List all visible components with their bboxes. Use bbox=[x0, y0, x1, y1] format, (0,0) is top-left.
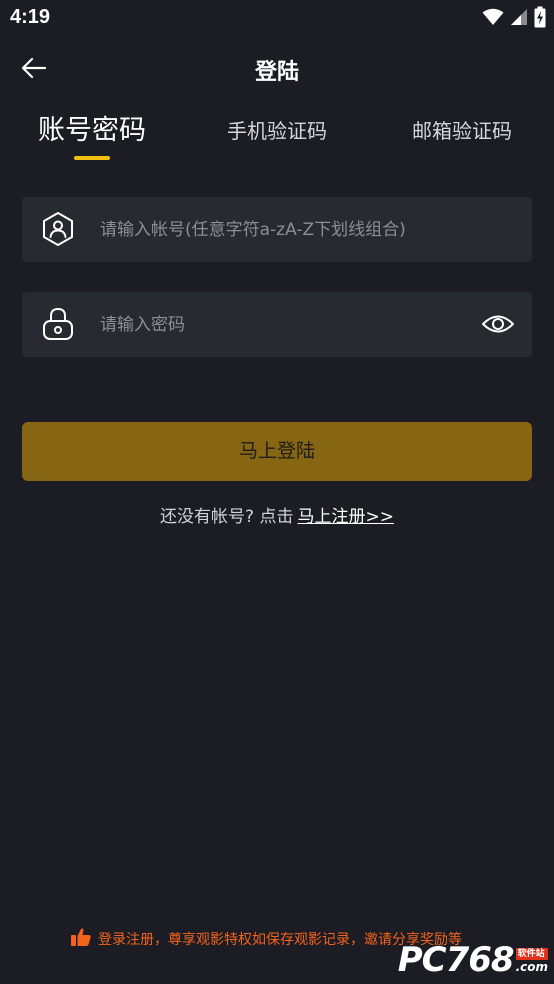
page-title: 登陆 bbox=[254, 60, 299, 85]
watermark-badge: 软件站 bbox=[515, 948, 548, 960]
account-field bbox=[22, 197, 532, 262]
register-link[interactable]: 马上注册>> bbox=[297, 507, 394, 527]
tab-account-password[interactable]: 账号密码 bbox=[30, 108, 154, 158]
password-input[interactable] bbox=[100, 292, 480, 357]
tab-email-code[interactable]: 邮箱验证码 bbox=[396, 108, 528, 158]
eye-icon[interactable] bbox=[480, 306, 516, 342]
watermark-side: 软件站 .com bbox=[515, 948, 548, 974]
watermark-domain: .com bbox=[515, 960, 548, 974]
login-button[interactable]: 马上登陆 bbox=[22, 422, 532, 481]
wifi-icon bbox=[482, 8, 504, 30]
register-prompt: 还没有帐号? 点击 马上注册>> bbox=[0, 502, 554, 527]
pc768-watermark: PC768 软件站 .com bbox=[398, 940, 548, 980]
thumbs-up-icon bbox=[70, 927, 92, 951]
account-input[interactable] bbox=[100, 197, 480, 262]
register-prompt-text: 还没有帐号? 点击 bbox=[160, 507, 294, 527]
watermark-main: PC768 bbox=[397, 940, 515, 980]
lock-icon bbox=[40, 306, 76, 342]
status-bar: 4:19 bbox=[0, 0, 554, 38]
password-field bbox=[22, 292, 532, 357]
cellular-signal-icon bbox=[510, 8, 528, 30]
status-icons bbox=[482, 6, 546, 32]
user-shield-icon bbox=[40, 211, 76, 247]
header: 登陆 bbox=[0, 38, 554, 102]
battery-charging-icon bbox=[534, 6, 546, 32]
active-tab-indicator bbox=[74, 156, 110, 160]
status-time: 4:19 bbox=[10, 6, 51, 28]
tab-phone-code[interactable]: 手机验证码 bbox=[210, 108, 344, 158]
